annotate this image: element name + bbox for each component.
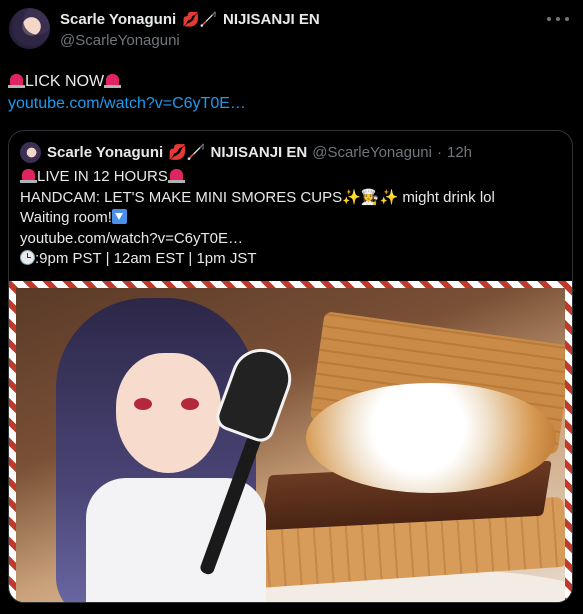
quote-time[interactable]: 12h — [447, 144, 472, 161]
smores-thumbnail — [16, 288, 565, 602]
marshmallow — [306, 383, 556, 493]
quote-line-1: LIVE IN 12 HOURS — [20, 167, 495, 188]
sparkle-icon: ✨ — [379, 188, 399, 206]
quote-line-2: HANDCAM: LET'S MAKE MINI SMORES CUPS✨👩‍🍳… — [20, 188, 495, 209]
quote-media-image[interactable] — [9, 281, 572, 602]
clock-icon — [20, 250, 35, 265]
more-icon[interactable] — [547, 10, 569, 28]
tweet-text: LICK NOW — [8, 71, 122, 92]
down-arrow-icon — [111, 209, 127, 224]
quote-line-4: youtube.com/watch?v=C6yT0E… — [20, 229, 495, 250]
quote-avatar[interactable] — [20, 142, 41, 163]
tweet[interactable]: Scarle Yonaguni 💋🦯 NIJISANJI EN @ScarleY… — [0, 0, 583, 614]
handle[interactable]: @ScarleYonaguni — [60, 32, 180, 49]
quote-affiliation: NIJISANJI EN — [210, 143, 308, 161]
display-name[interactable]: Scarle Yonaguni — [60, 11, 176, 28]
quote-header: Scarle Yonaguni 💋🦯 NIJISANJI EN @ScarleY… — [47, 143, 472, 162]
quote-drink-text: might drink lol — [402, 188, 495, 206]
quote-line-5: :9pm PST | 12am EST | 1pm JST — [20, 249, 495, 270]
quote-handle[interactable]: @ScarleYonaguni — [312, 144, 432, 161]
quote-name-emoji: 💋🦯 — [168, 144, 206, 161]
name-emoji: 💋🦯 — [182, 11, 218, 27]
tweet-link[interactable]: youtube.com/watch?v=C6yT0E… — [8, 95, 246, 113]
quote-text: LIVE IN 12 HOURS HANDCAM: LET'S MAKE MIN… — [20, 167, 495, 270]
sparkle-icon: ✨ — [342, 188, 361, 206]
siren-icon — [167, 167, 185, 184]
author-name-row[interactable]: Scarle Yonaguni 💋🦯 NIJISANJI EN — [60, 11, 320, 28]
siren-icon — [104, 72, 122, 89]
quote-display-name[interactable]: Scarle Yonaguni — [47, 144, 163, 161]
quote-link: youtube.com/watch?v=C6yT0E… — [20, 229, 244, 247]
quoted-tweet[interactable]: Scarle Yonaguni 💋🦯 NIJISANJI EN @ScarleY… — [8, 130, 573, 603]
siren-icon — [20, 167, 37, 184]
quote-schedule-text: :9pm PST | 12am EST | 1pm JST — [35, 250, 257, 267]
quote-live-text: LIVE IN 12 HOURS — [37, 168, 168, 185]
quote-line-3: Waiting room! — [20, 208, 495, 229]
quote-waiting-text: Waiting room! — [20, 209, 112, 226]
affiliation: NIJISANJI EN — [223, 11, 320, 28]
avatar[interactable] — [9, 8, 50, 49]
quote-handcam-text: HANDCAM: LET'S MAKE MINI SMORES CUPS — [20, 188, 343, 206]
tweet-text-body: LICK NOW — [25, 73, 105, 90]
siren-icon — [8, 72, 25, 89]
quote-dot: · — [436, 143, 442, 161]
chef-icon: 👩‍🍳 — [360, 188, 380, 206]
